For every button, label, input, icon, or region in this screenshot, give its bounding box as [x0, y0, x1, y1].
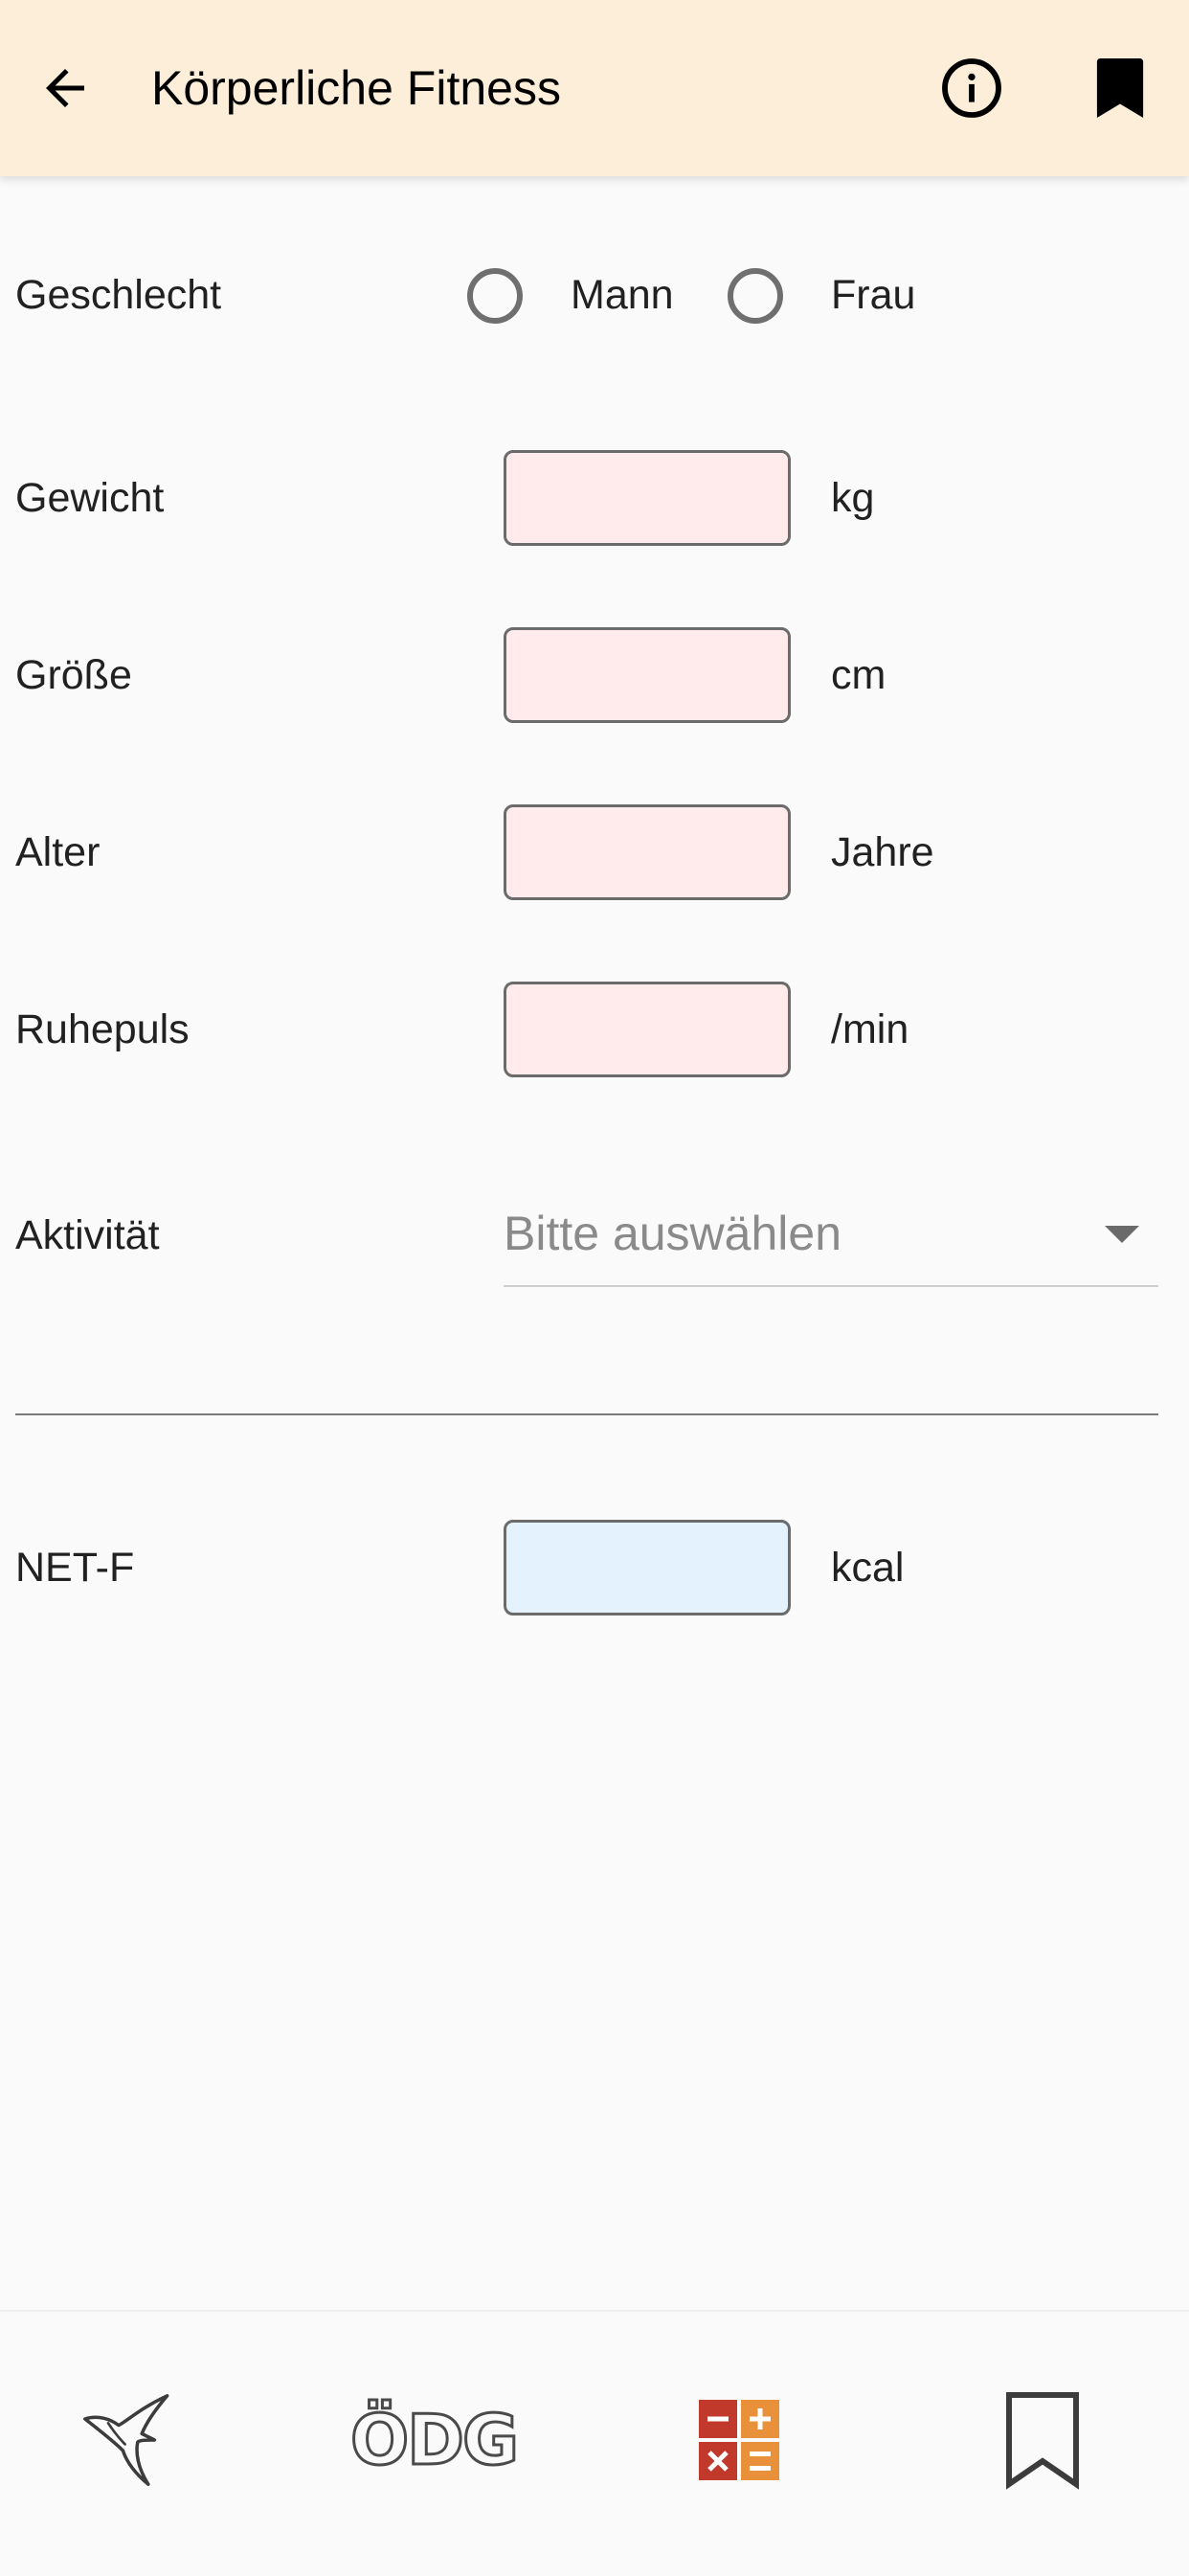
- radio-frau[interactable]: [728, 268, 783, 324]
- info-button[interactable]: [926, 42, 1018, 134]
- app-bar: Körperliche Fitness: [0, 0, 1189, 176]
- nav-oedg[interactable]: ÖDG: [348, 2383, 520, 2497]
- radio-frau-label[interactable]: Frau: [831, 268, 915, 322]
- arrow-back-icon: [46, 69, 84, 107]
- height-unit: cm: [831, 652, 886, 698]
- activity-select[interactable]: Bitte auswählen: [504, 1195, 1158, 1287]
- result-label: NET-F: [15, 1545, 135, 1591]
- back-button[interactable]: [19, 42, 111, 134]
- result-unit: kcal: [831, 1545, 905, 1591]
- weight-input[interactable]: [504, 450, 791, 546]
- resting-pulse-label: Ruhepuls: [15, 1006, 190, 1052]
- resting-pulse-input[interactable]: [504, 982, 791, 1077]
- height-row: Größe cm: [0, 627, 1189, 723]
- bookmark-outline-icon: [1006, 2392, 1079, 2490]
- weight-unit: kg: [831, 475, 875, 521]
- resting-pulse-row: Ruhepuls /min: [0, 982, 1189, 1077]
- weight-row: Gewicht kg: [0, 450, 1189, 546]
- nav-bookmarks[interactable]: [971, 2383, 1114, 2497]
- page-title: Körperliche Fitness: [151, 61, 561, 115]
- weight-label: Gewicht: [15, 475, 165, 521]
- divider: [15, 1413, 1158, 1415]
- age-input[interactable]: [504, 804, 791, 900]
- gender-row: Geschlecht Mann Frau: [0, 268, 1189, 324]
- age-label: Alter: [15, 829, 101, 875]
- radio-mann-label[interactable]: Mann: [571, 268, 674, 322]
- nav-home[interactable]: [57, 2383, 201, 2497]
- result-output: [504, 1520, 791, 1616]
- resting-pulse-unit: /min: [831, 1006, 909, 1052]
- radio-mann[interactable]: [467, 268, 523, 324]
- info-icon: [942, 58, 1001, 118]
- hummingbird-icon: [83, 2394, 169, 2486]
- bottom-navigation: ÖDG: [0, 2310, 1189, 2576]
- height-label: Größe: [15, 652, 132, 698]
- bookmark-button[interactable]: [1074, 42, 1166, 134]
- activity-label: Aktivität: [15, 1212, 160, 1258]
- gender-label: Geschlecht: [15, 272, 222, 318]
- age-unit: Jahre: [831, 829, 934, 875]
- result-row: NET-F kcal: [0, 1520, 1189, 1616]
- age-row: Alter Jahre: [0, 804, 1189, 900]
- calculator-icon: [699, 2400, 779, 2480]
- activity-select-placeholder: Bitte auswählen: [504, 1207, 842, 1260]
- select-underline: [504, 1285, 1158, 1287]
- nav-calculator[interactable]: [667, 2383, 811, 2497]
- oedg-logo-text: ÖDG: [348, 2399, 520, 2482]
- dropdown-arrow-icon: [1105, 1226, 1139, 1243]
- bookmark-icon: [1096, 58, 1144, 118]
- height-input[interactable]: [504, 627, 791, 723]
